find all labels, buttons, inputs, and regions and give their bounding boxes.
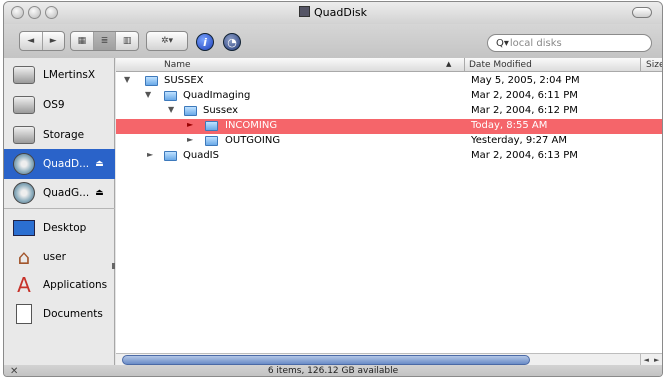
list-item-quadimaging[interactable]: ▼ QuadImaging Mar 2, 2004, 6:11 PM: [116, 89, 662, 104]
folder-icon: [164, 151, 177, 161]
file-name: SUSSEX: [164, 75, 204, 86]
toolbar-toggle-button[interactable]: [632, 7, 652, 18]
hard-drive-icon: [11, 93, 37, 117]
disk-icon: [11, 181, 37, 205]
sidebar-item-quaddisk[interactable]: QuadD... ⏏: [4, 149, 115, 179]
forward-button[interactable]: ►: [43, 32, 65, 50]
status-bar: ✕ 6 items, 126.12 GB available: [4, 365, 662, 377]
sidebar-item-label: user: [43, 251, 66, 263]
sidebar-item-desktop[interactable]: Desktop: [4, 213, 115, 243]
folder-icon: [205, 136, 218, 146]
search-placeholder: local disks: [509, 37, 562, 49]
file-date: Yesterday, 9:27 AM: [471, 135, 568, 146]
folder-icon: [145, 76, 158, 86]
hard-drive-icon: [11, 123, 37, 147]
finder-window: QuadDisk ◄ ► ▦ ≣ ▥ ✲▾ i ◔ Q▾ local disks…: [3, 1, 663, 377]
list-item-sussex[interactable]: ▼ SUSSEX May 5, 2005, 2:04 PM: [116, 74, 662, 89]
sidebar-item-applications[interactable]: A Applications: [4, 270, 115, 300]
icon-view-button[interactable]: ▦: [71, 32, 94, 50]
scrollbar-thumb[interactable]: [122, 355, 530, 365]
file-name: Sussex: [203, 105, 238, 116]
action-menu-button[interactable]: ✲▾: [146, 31, 188, 51]
horizontal-scrollbar[interactable]: ◄ ►: [116, 353, 662, 365]
hard-drive-icon: [11, 63, 37, 87]
list-item-incoming[interactable]: ► INCOMING Today, 8:55 AM: [116, 119, 662, 134]
list-item-quadis[interactable]: ► QuadIS Mar 2, 2004, 6:13 PM: [116, 149, 662, 164]
file-date: May 5, 2005, 2:04 PM: [471, 75, 580, 86]
back-button[interactable]: ◄: [20, 32, 43, 50]
sidebar-item-documents[interactable]: Documents: [4, 299, 115, 329]
sidebar-item-storage[interactable]: Storage: [4, 120, 115, 150]
network-disk-icon: [11, 152, 37, 176]
column-divider[interactable]: [464, 58, 465, 72]
sidebar-item-label: LMertinsX: [43, 69, 96, 81]
column-header-name[interactable]: Name: [164, 60, 191, 70]
list-view-button[interactable]: ≣: [93, 32, 117, 50]
sidebar-item-label: QuadD...: [43, 158, 90, 170]
applications-icon: A: [17, 273, 31, 297]
scroll-left-arrow-icon[interactable]: ◄: [644, 356, 649, 364]
sidebar-item-quadg[interactable]: QuadG... ⏏: [4, 178, 115, 208]
file-name: QuadIS: [183, 150, 219, 161]
tools-icon: ✕: [10, 366, 19, 377]
folder-icon: [205, 121, 218, 131]
documents-icon: [11, 302, 37, 326]
sidebar-item-lmertinsx[interactable]: LMertinsX: [4, 60, 115, 90]
sidebar-item-label: OS9: [43, 99, 65, 111]
disclosure-triangle-closed-icon[interactable]: ►: [187, 135, 193, 144]
disclosure-triangle-open-icon[interactable]: ▼: [145, 90, 151, 99]
list-header: Name ▲ Date Modified Size: [116, 58, 662, 72]
disclosure-triangle-closed-icon[interactable]: ►: [147, 150, 153, 159]
disclosure-triangle-closed-icon[interactable]: ►: [187, 120, 193, 129]
file-name: OUTGOING: [225, 135, 281, 146]
sidebar-item-user[interactable]: ⌂ user: [4, 242, 115, 272]
info-button[interactable]: i: [196, 33, 214, 51]
sidebar-item-label: QuadG...: [43, 187, 90, 199]
desktop-icon: [11, 216, 37, 240]
sidebar-item-label: Documents: [43, 308, 103, 320]
column-header-size[interactable]: Size: [646, 60, 662, 70]
disk-icon: [299, 6, 310, 17]
search-icon[interactable]: Q▾: [496, 38, 509, 49]
title-bar: QuadDisk: [4, 2, 662, 24]
status-text: 6 items, 126.12 GB available: [267, 366, 399, 376]
gear-icon: ✲▾: [160, 36, 174, 46]
burn-button[interactable]: ◔: [223, 33, 241, 51]
sidebar: LMertinsX OS9 Storage QuadD... ⏏ QuadG..…: [4, 58, 115, 365]
list-item-sussex-sub[interactable]: ▼ Sussex Mar 2, 2004, 6:12 PM: [116, 104, 662, 119]
folder-icon: [164, 91, 177, 101]
sidebar-item-label: Desktop: [43, 222, 87, 234]
view-segment: ▦ ≣ ▥: [70, 31, 139, 51]
sidebar-resize-handle[interactable]: [112, 263, 115, 269]
home-icon: ⌂: [17, 245, 31, 269]
sort-ascending-icon: ▲: [446, 60, 452, 68]
file-name: INCOMING: [225, 120, 278, 131]
window-title: QuadDisk: [314, 6, 367, 19]
sidebar-item-label: Applications: [43, 279, 108, 291]
eject-icon[interactable]: ⏏: [95, 159, 104, 169]
eject-icon[interactable]: ⏏: [95, 188, 104, 198]
scroll-right-arrow-icon[interactable]: ►: [654, 356, 659, 364]
file-date: Mar 2, 2004, 6:11 PM: [471, 90, 578, 101]
file-name: QuadImaging: [183, 90, 251, 101]
scroll-arrows: ◄ ►: [640, 354, 662, 365]
window-title-area: QuadDisk: [4, 6, 662, 19]
column-header-date-modified[interactable]: Date Modified: [469, 60, 532, 70]
search-field[interactable]: Q▾ local disks: [487, 34, 652, 52]
file-list: Name ▲ Date Modified Size ▼ SUSSEX May 5…: [116, 58, 662, 365]
disclosure-triangle-open-icon[interactable]: ▼: [168, 105, 174, 114]
nav-segment: ◄ ►: [19, 31, 65, 51]
file-date: Today, 8:55 AM: [471, 120, 548, 131]
file-date: Mar 2, 2004, 6:12 PM: [471, 105, 578, 116]
toolbar: ◄ ► ▦ ≣ ▥ ✲▾ i ◔ Q▾ local disks: [4, 24, 662, 58]
disclosure-triangle-open-icon[interactable]: ▼: [124, 75, 130, 84]
file-date: Mar 2, 2004, 6:13 PM: [471, 150, 578, 161]
sidebar-divider: [4, 208, 115, 209]
folder-icon: [184, 106, 197, 116]
column-view-button[interactable]: ▥: [116, 32, 138, 50]
list-item-outgoing[interactable]: ► OUTGOING Yesterday, 9:27 AM: [116, 134, 662, 149]
column-divider[interactable]: [640, 58, 641, 72]
sidebar-item-os9[interactable]: OS9: [4, 90, 115, 120]
sidebar-item-label: Storage: [43, 129, 85, 141]
